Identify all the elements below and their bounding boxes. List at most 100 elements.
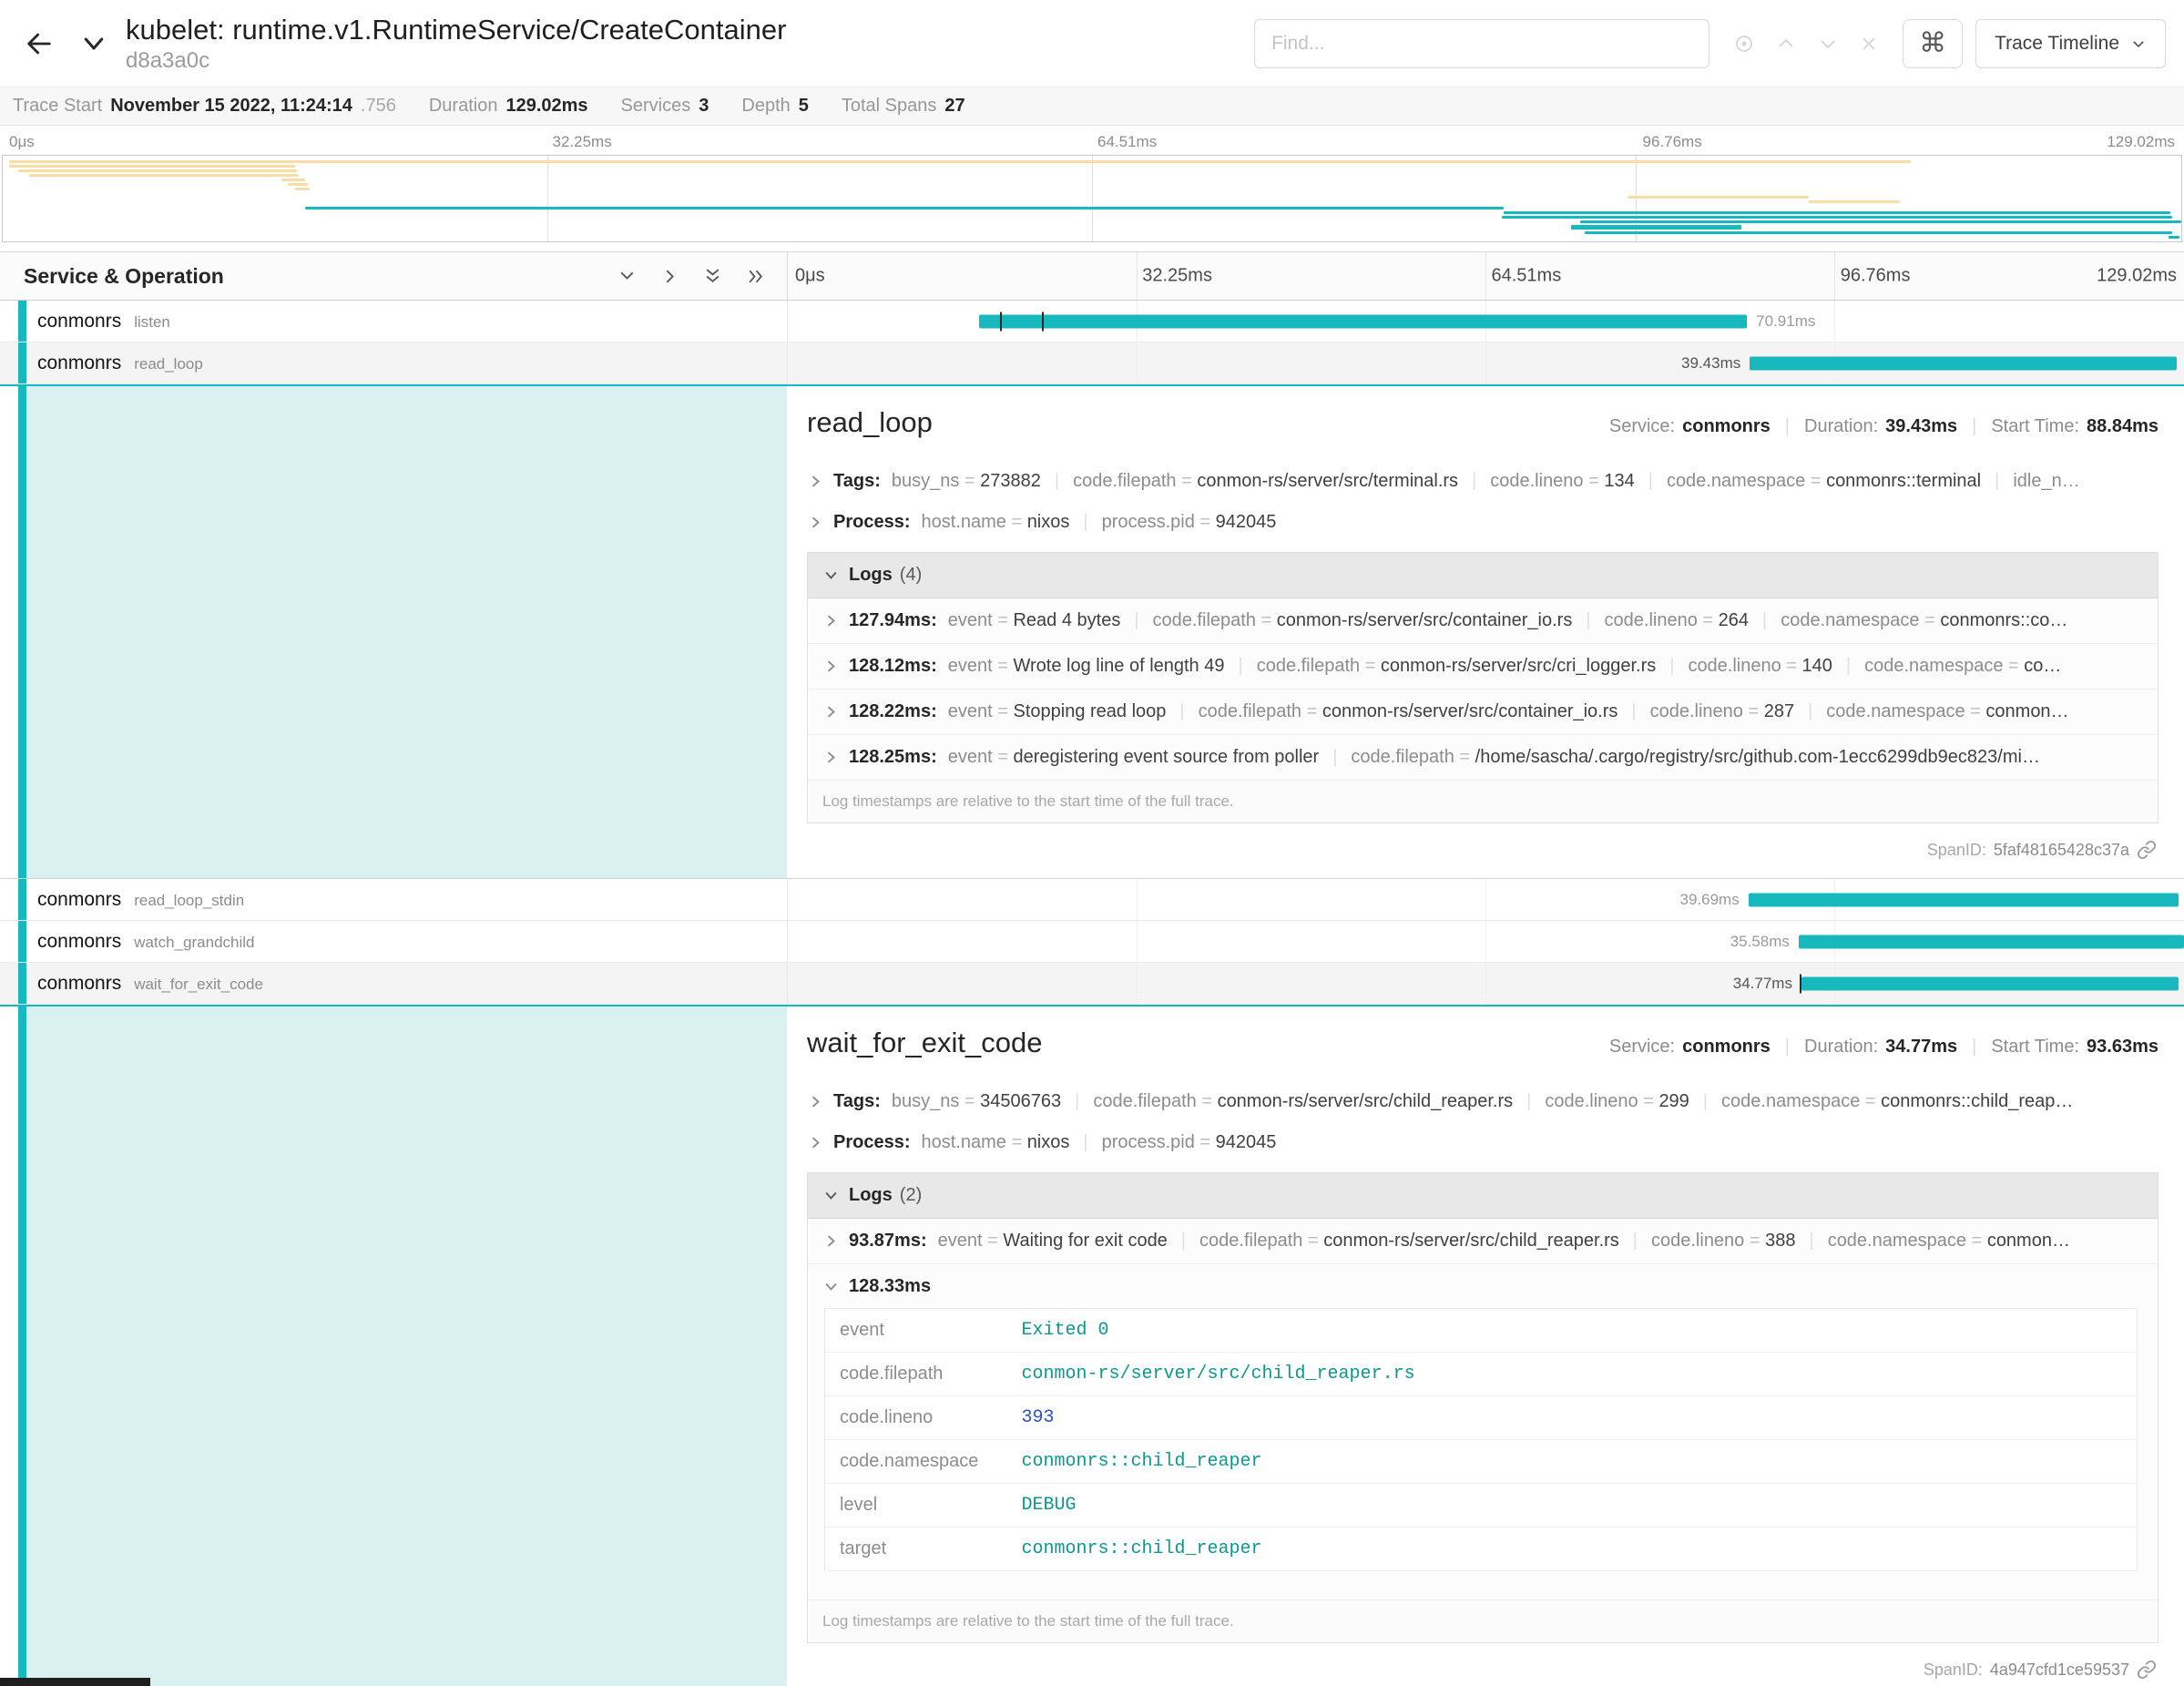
minimap-span [288,183,308,186]
span-bar[interactable] [979,314,1747,328]
minimap-canvas[interactable] [2,155,2182,242]
copy-link-icon[interactable] [2137,840,2157,860]
span-timeline-cell[interactable]: 35.58ms [787,921,2184,962]
detail-tint [26,386,787,878]
expand-collapse-controls [617,267,765,286]
clear-search-button[interactable] [1859,34,1879,54]
span-timeline-cell[interactable]: 70.91ms [787,301,2184,342]
log-field-key: code.filepath [825,1353,1007,1396]
total-spans-summary: Total Spans 27 [842,96,965,117]
command-key-icon: ⌘ [1919,27,1946,59]
span-name-cell[interactable]: conmonrslisten [0,301,787,342]
process-kv-line: host.name = nixos|process.pid = 942045 [922,512,2159,533]
keyboard-shortcuts-button[interactable]: ⌘ [1903,19,1963,68]
log-kv-line: event = deregistering event source from … [948,747,2143,768]
trace-view-selector[interactable]: Trace Timeline [1975,19,2166,68]
services-summary: Services 3 [621,96,709,117]
kv-pair: busy_ns = 273882 [892,471,1041,491]
service-color-strip [18,301,26,342]
detail-left-gutter [0,1006,787,1686]
collapse-all-button[interactable] [703,267,722,286]
chevron-right-icon [660,267,679,286]
span-bar[interactable] [1799,935,2184,948]
log-entry-expanded[interactable]: 128.33mseventExited 0code.filepathconmon… [808,1264,2158,1600]
span-name-cell[interactable]: conmonrsread_loop_stdin [0,879,787,920]
span-row-listen[interactable]: conmonrslisten 70.91ms [0,301,2184,342]
span-timeline-cell[interactable]: 39.43ms [787,342,2184,383]
next-match-button[interactable] [1817,33,1839,55]
logs-header[interactable]: Logs (4) [808,553,2158,598]
log-timestamp: 128.25ms: [849,747,937,768]
span-row-watch-grandchild[interactable]: conmonrswatch_grandchild 35.58ms [0,921,2184,963]
minimap-span [1502,216,2173,219]
kv-pair: host.name = nixos [922,512,1070,532]
span-name-cell[interactable]: conmonrswait_for_exit_code [0,963,787,1004]
trace-title: kubelet: runtime.v1.RuntimeService/Creat… [126,14,786,46]
span-row-read-loop-stdin[interactable]: conmonrsread_loop_stdin 39.69ms [0,879,2184,921]
horizontal-scrollbar-thumb[interactable] [0,1678,150,1686]
prev-match-button[interactable] [1775,33,1797,55]
kv-pair: code.filepath = /home/sascha/.cargo/regi… [1351,747,2040,767]
process-row[interactable]: Process: host.name = nixos|process.pid =… [807,502,2158,543]
log-field-value: conmonrs::child_reaper [1007,1528,2138,1571]
minimap-span [1580,220,2181,223]
logs-header[interactable]: Logs (2) [808,1173,2158,1219]
chevron-down-icon [2130,36,2147,52]
log-field-value: Exited 0 [1007,1309,2138,1353]
detail-tint [26,1006,787,1686]
span-bar[interactable] [1801,976,2179,990]
chevron-down-icon [1817,33,1839,55]
log-entry[interactable]: 128.22ms:event = Stopping read loop|code… [808,690,2158,735]
back-button[interactable] [24,28,55,59]
span-row-wait-for-exit-code[interactable]: conmonrswait_for_exit_code 34.77ms [0,963,2184,1005]
find-input[interactable] [1254,19,1709,68]
log-field-row: code.lineno393 [825,1396,2138,1440]
log-entry[interactable]: 128.25ms: event = deregistering event sou… [808,735,2158,781]
detail-left-gutter [0,386,787,878]
operation-name: watch_grandchild [134,934,254,952]
log-marker [1800,974,1801,993]
minimap-tick: 64.51ms [1097,133,1157,151]
collapse-one-button[interactable] [617,267,637,286]
copy-link-icon[interactable] [2137,1660,2157,1680]
tags-row[interactable]: Tags: busy_ns = 34506763|code.filepath =… [807,1081,2158,1122]
service-color-strip [18,386,26,878]
trace-minimap: 0μs 32.25ms 64.51ms 96.76ms 129.02ms [0,126,2184,251]
timeline-axis: 0μs 32.25ms 64.51ms 96.76ms 129.02ms [787,252,2184,300]
span-timeline-cell[interactable]: 34.77ms [787,963,2184,1004]
log-entry[interactable]: 128.12ms:event = Wrote log line of lengt… [808,644,2158,690]
log-field-row: targetconmonrs::child_reaper [825,1528,2138,1571]
span-detail-meta: Service:conmonrs | Duration:34.77ms | St… [1609,1037,2158,1058]
span-timeline-cell[interactable]: 39.69ms [787,879,2184,920]
focus-match-button[interactable] [1733,33,1755,55]
axis-tick: 0μs [795,266,825,287]
span-name-cell[interactable]: conmonrsread_loop [0,342,787,383]
span-bar[interactable] [1750,356,2177,370]
log-entry[interactable]: 93.87ms:event = Waiting for exit code|co… [808,1219,2158,1264]
logs-section: Logs (4) 127.94ms:event = Read 4 bytes|c… [807,552,2158,823]
span-bar[interactable] [1749,893,2179,906]
kv-pair: code.lineno = 264 [1605,610,1749,630]
operation-name: listen [134,313,170,332]
span-id-row: SpanID: 5faf48165428c37a [807,823,2158,865]
title-block: kubelet: runtime.v1.RuntimeService/Creat… [126,14,786,74]
kv-pair: code.lineno = 388 [1651,1231,1795,1251]
kv-pair: event = Read 4 bytes [948,610,1121,630]
chevron-down-icon [617,267,637,286]
span-name-cell[interactable]: conmonrswatch_grandchild [0,921,787,962]
log-entry[interactable]: 127.94ms:event = Read 4 bytes|code.filep… [808,598,2158,644]
span-row-read-loop[interactable]: conmonrsread_loop 39.43ms [0,342,2184,384]
minimap-tick: 0μs [9,133,35,151]
log-field-row: levelDEBUG [825,1484,2138,1528]
kv-pair: event = Wrote log line of length 49 [948,656,1225,676]
service-color-strip [18,342,26,383]
kv-pair: code.filepath = conmon-rs/server/src/ter… [1073,471,1458,491]
tags-row[interactable]: Tags: busy_ns = 273882|code.filepath = c… [807,461,2158,502]
kv-pair: idle_n… [2013,471,2079,491]
service-name: conmonrs [37,889,121,911]
collapse-trace-header-button[interactable] [80,30,107,57]
expand-all-button[interactable] [746,267,765,286]
process-row[interactable]: Process: host.name = nixos|process.pid =… [807,1122,2158,1163]
timeline-table-header: Service & Operation [0,251,2184,301]
expand-one-button[interactable] [660,267,679,286]
